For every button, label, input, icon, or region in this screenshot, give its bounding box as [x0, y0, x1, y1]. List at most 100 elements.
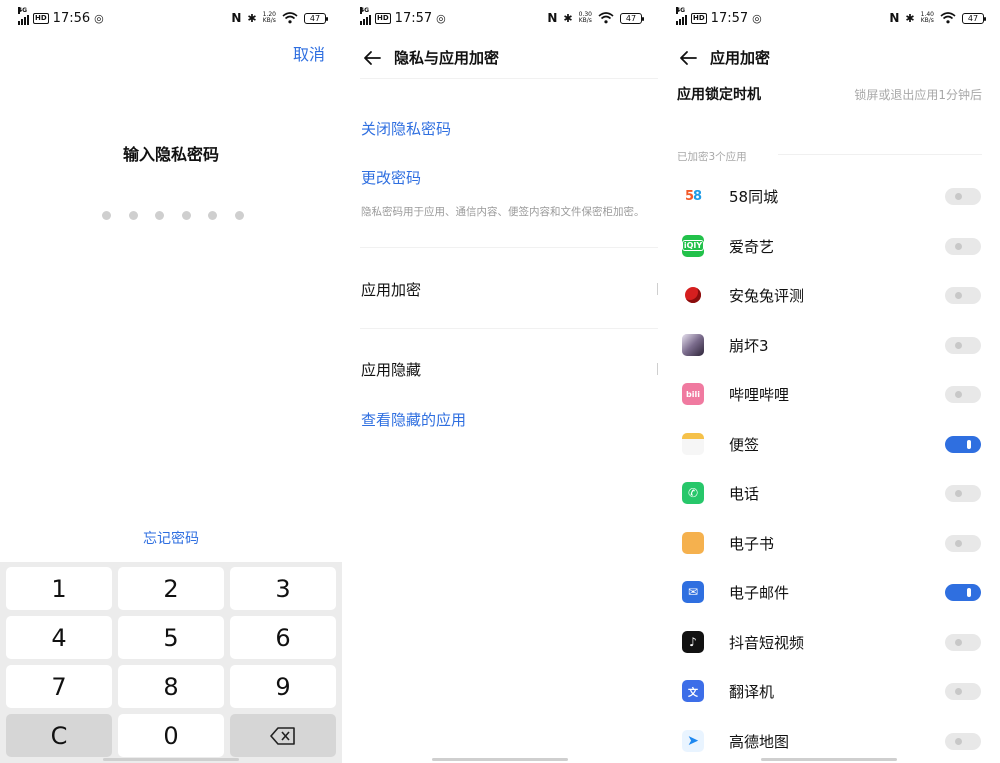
toggle-knob: [955, 737, 962, 745]
app-lock-toggle[interactable]: [945, 386, 981, 403]
wifi-icon: [940, 12, 956, 24]
bilibili-icon: bili: [682, 383, 704, 405]
key-9[interactable]: 9: [230, 665, 336, 708]
app-row[interactable]: bili 哔哩哔哩: [658, 374, 1000, 414]
toggle-knob: [955, 688, 962, 695]
password-dot: [181, 211, 191, 220]
toggle-knob: [955, 638, 962, 646]
password-dot: [128, 211, 138, 220]
app-hide-item[interactable]: 应用隐藏: [361, 359, 421, 380]
status-bar: 4G HD 17:56 ◎ N ✱ 1.20 KB/s 47: [0, 0, 342, 38]
app-lock-toggle[interactable]: [945, 534, 981, 552]
app-row[interactable]: ✆ 电话: [658, 473, 1000, 513]
change-password-link[interactable]: 更改密码: [361, 167, 421, 188]
hd-icon: HD: [33, 13, 49, 24]
key-5[interactable]: 5: [118, 616, 224, 659]
notes-icon: [682, 432, 704, 455]
honkai-icon: [682, 333, 704, 356]
app-row[interactable]: ♪ 抖音短视频: [658, 622, 1000, 662]
key-6[interactable]: 6: [230, 616, 336, 659]
signal-icon: 4G: [676, 6, 687, 25]
status-time: 17:57: [394, 11, 433, 26]
cancel-button[interactable]: 取消: [293, 41, 325, 65]
email-icon: ✉: [682, 581, 704, 603]
weibo-icon: ◎: [752, 12, 762, 25]
page-title: 应用加密: [710, 49, 771, 67]
signal-icon: 4G: [360, 6, 371, 25]
app-row[interactable]: ➤ 高德地图: [658, 721, 1000, 761]
toggle-knob: [955, 292, 962, 299]
app-row[interactable]: iQIY 爱奇艺: [658, 226, 1000, 266]
app-lock-toggle[interactable]: [945, 485, 981, 502]
douyin-icon: ♪: [682, 630, 704, 653]
status-time: 17:57: [710, 11, 749, 26]
key-clear[interactable]: C: [6, 714, 112, 757]
lock-timing-value: 锁屏或退出应用1分钟后: [854, 88, 982, 102]
net-speed: 1.40 KB/s: [920, 11, 934, 24]
app-row[interactable]: 便签: [658, 424, 1000, 464]
app-lock-toggle[interactable]: [945, 287, 981, 304]
key-2[interactable]: 2: [118, 567, 224, 610]
key-4[interactable]: 4: [6, 616, 112, 659]
home-indicator[interactable]: [761, 758, 897, 761]
privacy-description: 隐私密码用于应用、通信内容、便签内容和文件保密柜加密。: [361, 206, 645, 218]
net-speed: 1.20 KB/s: [262, 11, 276, 24]
net-speed: 0.30 KB/s: [578, 11, 592, 24]
password-dot: [234, 211, 244, 220]
wifi-icon: [282, 12, 298, 24]
app-name: 电话: [729, 485, 760, 503]
key-7[interactable]: 7: [6, 665, 112, 708]
app-encrypt-item[interactable]: 应用加密: [361, 279, 421, 300]
encrypted-count-header: 已加密3个应用: [677, 151, 747, 163]
status-time: 17:56: [52, 11, 91, 26]
home-indicator[interactable]: [432, 758, 568, 761]
toggle-knob: [955, 391, 962, 398]
app-row[interactable]: ✉ 电子邮件: [658, 572, 1000, 612]
app-lock-toggle[interactable]: [945, 584, 981, 601]
app-row[interactable]: 电子书: [658, 523, 1000, 563]
back-arrow-icon[interactable]: [678, 48, 698, 68]
app-row[interactable]: 崩坏3: [658, 325, 1000, 365]
status-bar: 4G HD 17:57 ◎ N ✱ 0.30 KB/s 47: [342, 0, 658, 38]
battery-icon: 47: [620, 12, 644, 24]
app-lock-toggle[interactable]: [945, 683, 981, 700]
divider: [778, 154, 982, 155]
key-1[interactable]: 1: [6, 567, 112, 610]
key-8[interactable]: 8: [118, 665, 224, 708]
battery-icon: 47: [304, 12, 328, 24]
nfc-icon: N: [547, 11, 558, 25]
app-name: 哔哩哔哩: [729, 386, 790, 404]
toggle-knob: [955, 242, 962, 250]
home-indicator[interactable]: [103, 758, 239, 761]
key-3[interactable]: 3: [230, 567, 336, 610]
battery-icon: 47: [962, 12, 986, 24]
app-lock-toggle[interactable]: [945, 336, 981, 354]
app-name: 电子书: [729, 534, 775, 553]
hd-icon: HD: [375, 13, 391, 24]
password-dot: [102, 211, 111, 220]
app-lock-toggle[interactable]: [945, 633, 981, 651]
key-0[interactable]: 0: [118, 714, 224, 757]
app-row[interactable]: 58 58同城: [658, 176, 1000, 216]
app-row[interactable]: 文 翻译机: [658, 671, 1000, 711]
phone-icon: ✆: [682, 482, 704, 504]
key-backspace[interactable]: [230, 714, 336, 757]
app-lock-toggle[interactable]: [945, 188, 981, 205]
toggle-knob: [967, 588, 971, 597]
app-lock-toggle[interactable]: [945, 237, 981, 255]
lock-timing-label: 应用锁定时机: [677, 87, 761, 103]
app-name: 高德地图: [729, 732, 790, 751]
lock-timing-row[interactable]: 应用锁定时机 锁屏或退出应用1分钟后: [677, 84, 982, 103]
forgot-password-link[interactable]: 忘记密码: [0, 528, 342, 548]
view-hidden-apps-link[interactable]: 查看隐藏的应用: [361, 409, 466, 430]
toggle-knob: [967, 439, 971, 449]
app-lock-toggle[interactable]: [945, 732, 981, 750]
58-icon: 58: [682, 185, 704, 207]
password-dot: [208, 211, 217, 220]
nfc-icon: N: [889, 11, 900, 25]
close-privacy-password-link[interactable]: 关闭隐私密码: [361, 118, 451, 139]
toggle-knob: [955, 193, 962, 200]
app-row[interactable]: 安兔兔评测: [658, 275, 1000, 315]
back-arrow-icon[interactable]: [362, 48, 382, 68]
app-lock-toggle[interactable]: [945, 435, 981, 453]
